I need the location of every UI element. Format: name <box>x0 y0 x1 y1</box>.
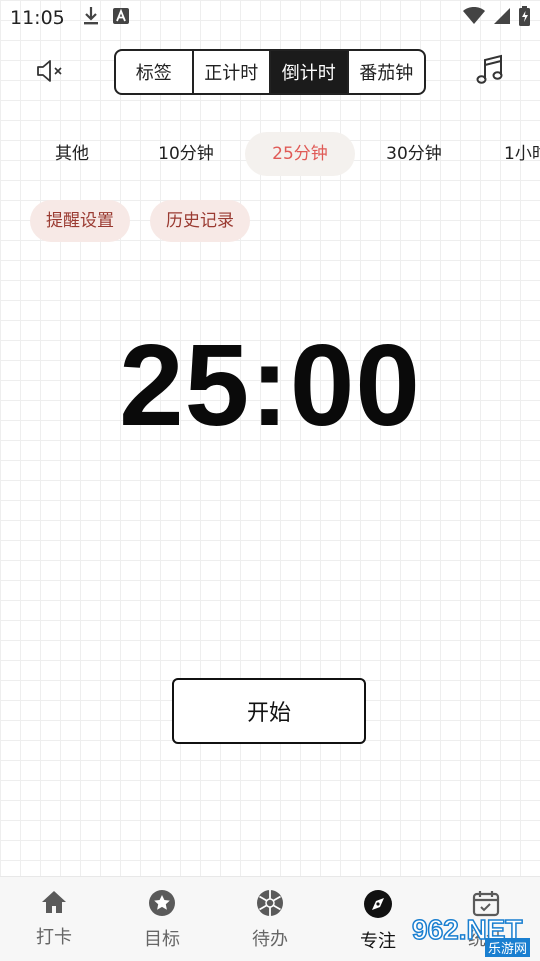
star-icon <box>148 889 176 921</box>
preset-10-min[interactable]: 10分钟 <box>146 132 226 176</box>
timer-mode-tabs: 标签 正计时 倒计时 番茄钟 <box>114 49 426 95</box>
wifi-icon <box>463 7 485 29</box>
watermark-subtext: 乐游网 <box>484 938 530 957</box>
status-time: 11:05 <box>10 7 65 29</box>
start-button[interactable]: 开始 <box>172 678 366 744</box>
reminder-settings-chip[interactable]: 提醒设置 <box>30 200 130 242</box>
speaker-mute-icon <box>35 57 65 89</box>
music-note-icon <box>475 54 505 90</box>
preset-1-hour[interactable]: 1小时 <box>504 132 540 176</box>
top-bar: 标签 正计时 倒计时 番茄钟 <box>0 48 540 98</box>
battery-icon <box>519 6 530 30</box>
shutter-icon <box>256 889 284 921</box>
music-button[interactable] <box>472 54 508 90</box>
tab-check-in[interactable]: 打卡 <box>0 877 108 961</box>
text-a-icon <box>112 8 129 28</box>
tab-count-up[interactable]: 正计时 <box>194 51 271 93</box>
tab-todo[interactable]: 待办 <box>216 877 324 961</box>
status-bar: 11:05 <box>0 0 540 36</box>
duration-presets: 其他 10分钟 25分钟 30分钟 1小时 <box>0 130 540 178</box>
tab-label-mode[interactable]: 标签 <box>116 51 194 93</box>
preset-30-min[interactable]: 30分钟 <box>374 132 454 176</box>
mute-button[interactable] <box>32 56 68 90</box>
tab-label: 目标 <box>144 929 180 950</box>
download-icon <box>83 6 99 30</box>
watermark-logo: 962.NET 乐游网 <box>404 910 534 957</box>
preset-other[interactable]: 其他 <box>42 132 102 176</box>
tab-label: 打卡 <box>36 927 72 948</box>
tab-goals[interactable]: 目标 <box>108 877 216 961</box>
home-icon <box>40 889 68 919</box>
tab-label: 专注 <box>360 931 396 952</box>
tab-label: 待办 <box>252 929 288 950</box>
signal-icon <box>493 7 511 29</box>
timer-display: 25:00 <box>119 320 421 450</box>
tab-countdown[interactable]: 倒计时 <box>271 51 349 93</box>
compass-icon <box>363 889 393 923</box>
preset-25-min[interactable]: 25分钟 <box>245 132 355 176</box>
history-chip[interactable]: 历史记录 <box>150 200 250 242</box>
tab-pomodoro[interactable]: 番茄钟 <box>349 51 425 93</box>
